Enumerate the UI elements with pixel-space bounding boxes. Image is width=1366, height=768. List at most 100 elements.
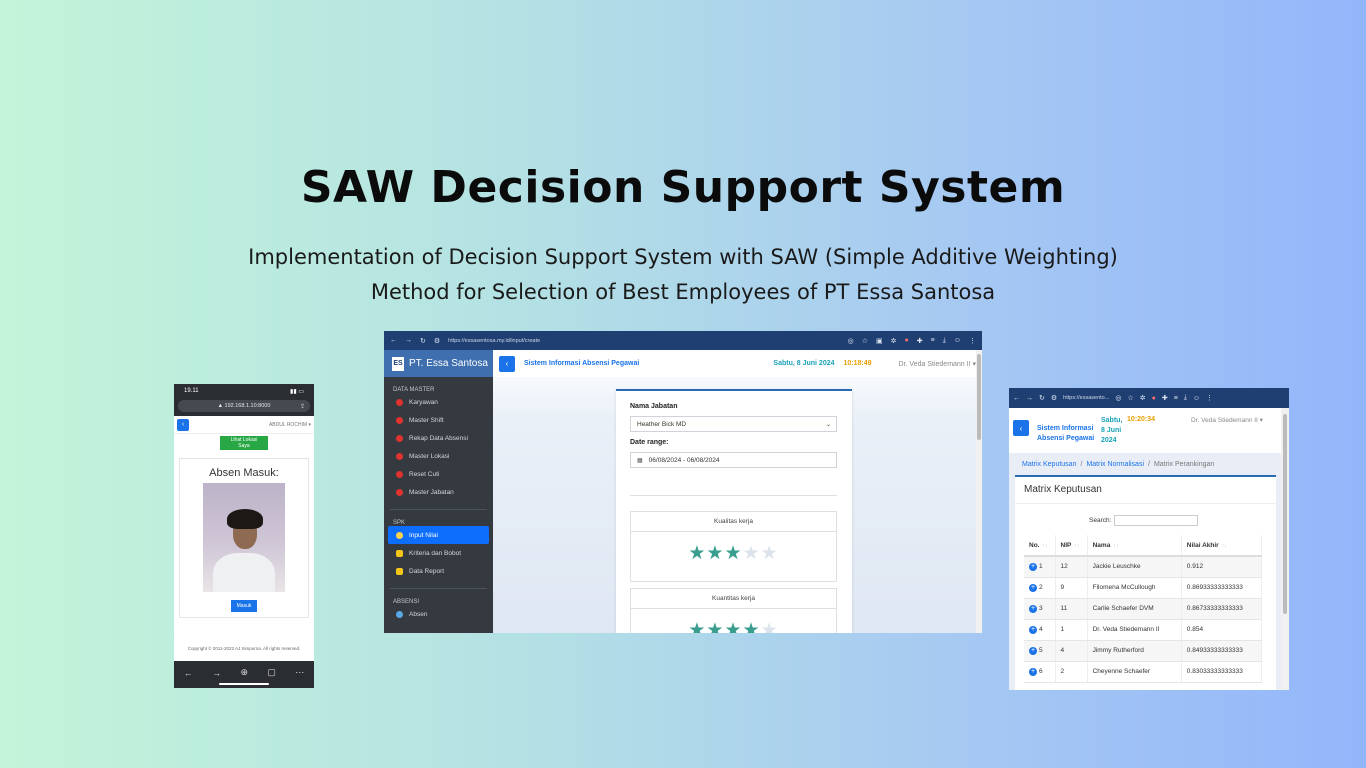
user-dropdown[interactable]: ABDUL ROCHIM ▾ xyxy=(269,422,311,428)
gear-icon[interactable]: ✲ xyxy=(1140,394,1146,402)
date-range-input[interactable]: ▦ 06/08/2024 - 06/08/2024 xyxy=(630,452,837,468)
table-cell: Dr. Veda Stiedemann II xyxy=(1087,619,1182,641)
sidebar-item-master-lokasi[interactable]: Master Lokasi xyxy=(384,447,493,465)
brand[interactable]: ES PT. Essa Santosa xyxy=(384,350,493,377)
reading-list-icon[interactable]: ≡ xyxy=(931,337,935,344)
star-icon[interactable]: ★ xyxy=(706,543,724,564)
column-header[interactable]: Nilai Akhir ↑↓ xyxy=(1181,535,1263,557)
share-icon[interactable]: ⇪ xyxy=(300,403,305,410)
forward-arrow-icon[interactable]: → xyxy=(212,668,221,678)
phone-address-bar[interactable]: ▲ 192.168.1.10:8000 ⇪ xyxy=(174,398,314,416)
bookmark-star-icon[interactable]: ☆ xyxy=(1127,394,1133,402)
forward-arrow-icon[interactable]: → xyxy=(1026,395,1033,402)
sidebar-item-master-jabatan[interactable]: Master Jabatan xyxy=(384,483,493,501)
expand-row-icon[interactable]: + xyxy=(1029,583,1037,592)
location-icon[interactable]: ◎ xyxy=(1115,394,1121,402)
table-cell-value: 9 xyxy=(1060,584,1065,591)
puzzle-icon[interactable]: ✚ xyxy=(1162,394,1168,402)
table-row[interactable]: +6 2 Cheyenne Schaefer 0.83033333333333 xyxy=(1024,661,1263,683)
table-row[interactable]: +5 4 Jimmy Rutherford 0.84933333333333 xyxy=(1024,640,1263,662)
address-bar[interactable]: https://essasentosa.my.id/input/create xyxy=(448,338,540,344)
star-icon[interactable]: ★ xyxy=(761,543,779,564)
star-icon[interactable]: ★ xyxy=(688,543,706,564)
sidebar-toggle-button[interactable]: ‹ xyxy=(1013,420,1029,436)
reload-icon[interactable]: ↻ xyxy=(420,337,426,345)
download-icon[interactable]: ⤓ xyxy=(1184,394,1187,402)
reading-list-icon[interactable]: ≡ xyxy=(1174,395,1178,402)
extension-icon[interactable]: ▣ xyxy=(876,337,883,345)
table-row[interactable]: +2 9 Filomena McCullough 0.86933333333333 xyxy=(1024,577,1263,599)
breadcrumb-matrix-keputusan[interactable]: Matrix Keputusan xyxy=(1022,461,1076,468)
forward-arrow-icon[interactable]: → xyxy=(405,337,412,344)
star-icon[interactable]: ★ xyxy=(706,620,724,633)
adblock-icon[interactable]: ● xyxy=(1152,395,1156,402)
site-settings-icon[interactable]: ⚙ xyxy=(434,337,440,345)
star-icon[interactable]: ★ xyxy=(724,620,742,633)
back-arrow-icon[interactable]: ← xyxy=(390,337,397,344)
show-location-button[interactable]: Lihat Lokasi Saya xyxy=(220,436,268,450)
gear-icon[interactable]: ✲ xyxy=(891,337,897,345)
star-rating[interactable]: ★★★★★ xyxy=(631,542,836,565)
star-rating[interactable]: ★★★★★ xyxy=(631,619,836,633)
table-row[interactable]: +3 11 Carlie Schaefer DVM 0.86733333333333 xyxy=(1024,598,1263,620)
scrollbar[interactable] xyxy=(976,350,982,633)
table-row[interactable]: +4 1 Dr. Veda Stiedemann II 0.854 xyxy=(1024,619,1263,641)
more-icon[interactable]: ⋯ xyxy=(295,667,304,678)
expand-row-icon[interactable]: + xyxy=(1029,646,1037,655)
bookmark-star-icon[interactable]: ☆ xyxy=(862,337,868,345)
star-icon[interactable]: ★ xyxy=(761,620,779,633)
sidebar-item-kriteria-bobot[interactable]: Kriteria dan Bobot xyxy=(384,544,493,562)
sidebar-item-rekap-absensi[interactable]: Rekap Data Absensi xyxy=(384,429,493,447)
star-icon[interactable]: ★ xyxy=(724,543,742,564)
user-dropdown[interactable]: Dr. Veda Stiedemann II ▾ xyxy=(1191,416,1263,424)
site-settings-icon[interactable]: ⚙ xyxy=(1051,394,1057,402)
map-icon xyxy=(396,452,403,460)
breadcrumb-matrix-normalisasi[interactable]: Matrix Normalisasi xyxy=(1086,461,1144,468)
search-label: Search: xyxy=(1089,517,1112,524)
matrix-card: Matrix Keputusan Search: No. ↑↓ NIP ↑↓ Nam… xyxy=(1015,475,1276,690)
adblock-icon[interactable]: ● xyxy=(905,337,909,344)
profile-icon[interactable]: ☺ xyxy=(954,337,961,344)
sidebar-item-karyawan[interactable]: Karyawan xyxy=(384,393,493,411)
scrollbar-thumb[interactable] xyxy=(1283,414,1287,614)
sidebar-item-data-report[interactable]: Data Report xyxy=(384,562,493,580)
back-arrow-icon[interactable]: ← xyxy=(1013,395,1020,402)
scrollbar[interactable] xyxy=(1281,408,1289,690)
expand-row-icon[interactable]: + xyxy=(1029,625,1037,634)
star-icon[interactable]: ★ xyxy=(688,620,706,633)
puzzle-icon[interactable]: ✚ xyxy=(917,337,923,345)
table-row[interactable]: +1 12 Jackie Leuschke 0.912 xyxy=(1024,556,1263,578)
expand-row-icon[interactable]: + xyxy=(1029,562,1037,571)
reload-icon[interactable]: ↻ xyxy=(1039,394,1045,402)
expand-row-icon[interactable]: + xyxy=(1029,667,1037,676)
sidebar-item-master-shift[interactable]: Master Shift xyxy=(384,411,493,429)
star-icon[interactable]: ★ xyxy=(743,620,761,633)
back-arrow-icon[interactable]: ← xyxy=(184,668,193,678)
back-button[interactable]: ‹ xyxy=(177,418,189,431)
new-tab-icon[interactable]: ⊕ xyxy=(240,667,248,678)
table-cell: +4 xyxy=(1024,619,1056,641)
tabs-icon[interactable]: ▢ xyxy=(267,667,276,678)
sidebar-item-input-nilai[interactable]: Input Nilai xyxy=(388,526,489,544)
location-icon[interactable]: ◎ xyxy=(848,337,854,345)
check-in-button[interactable]: Masuk xyxy=(230,600,258,612)
column-header[interactable]: Nama ↑↓ xyxy=(1087,535,1182,557)
user-dropdown[interactable]: Dr. Veda Stiedemann II ▾ xyxy=(899,360,976,368)
sidebar-item-absen[interactable]: Absen xyxy=(384,605,493,623)
download-icon[interactable]: ⤓ xyxy=(943,337,946,345)
sidebar-item-label: Kriteria dan Bobot xyxy=(409,549,462,557)
expand-row-icon[interactable]: + xyxy=(1029,604,1037,613)
kebab-menu-icon[interactable]: ⋮ xyxy=(969,337,976,345)
sidebar-toggle-button[interactable]: ‹ xyxy=(499,355,515,372)
star-icon[interactable]: ★ xyxy=(743,543,761,564)
column-header[interactable]: NIP ↑↓ xyxy=(1055,535,1088,557)
search-input[interactable] xyxy=(1114,515,1199,526)
column-header[interactable]: No. ↑↓ xyxy=(1024,535,1056,557)
mobile-screenshot: 19.11 ▮▮ ▭ ▲ 192.168.1.10:8000 ⇪ ‹ ABDUL… xyxy=(174,384,314,688)
sidebar-item-reset-cuti[interactable]: Reset Cuti xyxy=(384,465,493,483)
address-bar[interactable]: https://essasento... xyxy=(1063,395,1109,401)
jabatan-select[interactable]: Heather Bick MD ⌄ xyxy=(630,416,837,432)
kebab-menu-icon[interactable]: ⋮ xyxy=(1206,394,1213,402)
profile-icon[interactable]: ☺ xyxy=(1193,395,1200,402)
scrollbar-thumb[interactable] xyxy=(977,354,981,440)
